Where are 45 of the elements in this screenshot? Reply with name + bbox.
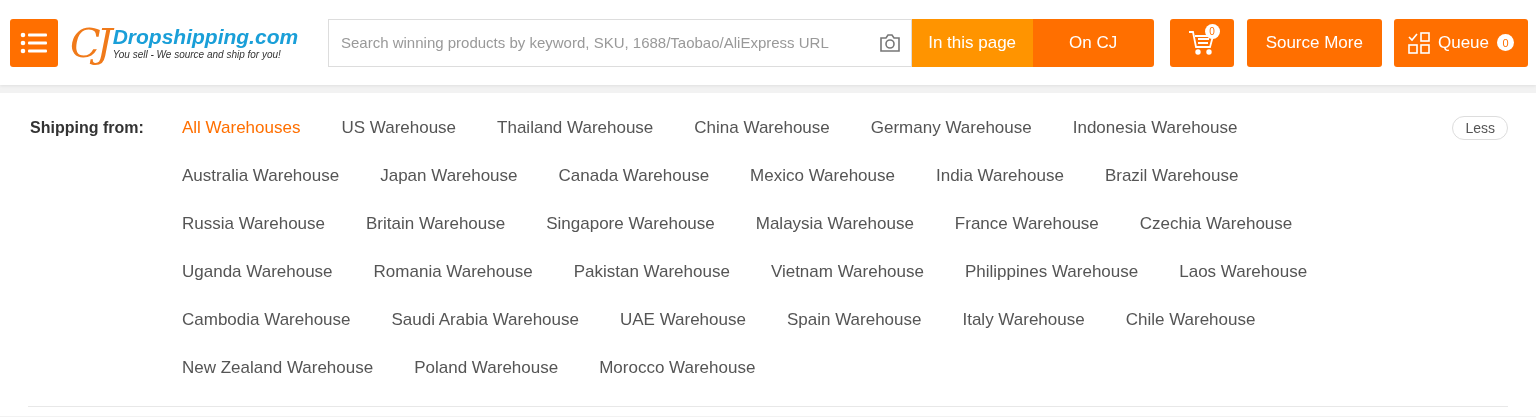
warehouse-option[interactable]: Singapore Warehouse bbox=[546, 214, 715, 234]
logo-name: Dropshipping.com bbox=[112, 25, 299, 49]
warehouse-option[interactable]: Pakistan Warehouse bbox=[573, 262, 730, 282]
warehouse-option[interactable]: Australia Warehouse bbox=[182, 166, 340, 186]
filter-label: Shipping from: bbox=[30, 118, 145, 138]
queue-count-badge: 0 bbox=[1497, 34, 1514, 51]
warehouse-option[interactable]: Britain Warehouse bbox=[366, 214, 506, 234]
menu-button[interactable] bbox=[10, 18, 58, 67]
menu-icon bbox=[20, 31, 48, 54]
warehouse-option[interactable]: Mexico Warehouse bbox=[750, 166, 895, 186]
queue-label: Queue bbox=[1437, 32, 1489, 53]
warehouse-option[interactable]: Spain Warehouse bbox=[786, 310, 922, 330]
logo-tagline: You sell - We source and ship for you! bbox=[112, 49, 282, 60]
warehouse-option[interactable]: Indonesia Warehouse bbox=[1072, 118, 1238, 138]
warehouse-option[interactable]: Vietnam Warehouse bbox=[770, 262, 924, 282]
warehouse-option[interactable]: Poland Warehouse bbox=[414, 358, 559, 378]
warehouse-option[interactable]: France Warehouse bbox=[954, 214, 1099, 234]
warehouse-option[interactable]: New Zealand Warehouse bbox=[182, 358, 374, 378]
warehouse-option[interactable]: Chile Warehouse bbox=[1125, 310, 1256, 330]
warehouse-option[interactable]: UAE Warehouse bbox=[619, 310, 746, 330]
warehouse-option[interactable]: Romania Warehouse bbox=[373, 262, 533, 282]
warehouse-option[interactable]: Philippines Warehouse bbox=[964, 262, 1139, 282]
warehouse-option[interactable]: Cambodia Warehouse bbox=[182, 310, 351, 330]
warehouse-option[interactable]: China Warehouse bbox=[694, 118, 830, 138]
grid-icon bbox=[1407, 31, 1430, 54]
warehouse-option[interactable]: US Warehouse bbox=[341, 118, 457, 138]
warehouse-option[interactable]: India Warehouse bbox=[936, 166, 1064, 186]
warehouse-option[interactable]: Japan Warehouse bbox=[380, 166, 518, 186]
cart-count-badge: 0 bbox=[1204, 23, 1220, 39]
warehouse-option[interactable]: Malaysia Warehouse bbox=[755, 214, 914, 234]
warehouse-option[interactable]: Germany Warehouse bbox=[870, 118, 1032, 138]
warehouse-option[interactable]: Canada Warehouse bbox=[558, 166, 710, 186]
warehouse-option[interactable]: Italy Warehouse bbox=[962, 310, 1085, 330]
warehouse-option[interactable]: Laos Warehouse bbox=[1179, 262, 1308, 282]
warehouse-option[interactable]: Thailand Warehouse bbox=[497, 118, 654, 138]
warehouse-option[interactable]: Saudi Arabia Warehouse bbox=[391, 310, 579, 330]
less-button[interactable]: Less bbox=[1452, 116, 1508, 140]
warehouse-option[interactable]: Brazil Warehouse bbox=[1104, 166, 1239, 186]
warehouse-option[interactable]: Uganda Warehouse bbox=[182, 262, 333, 282]
warehouse-option[interactable]: Morocco Warehouse bbox=[599, 358, 756, 378]
cart-icon bbox=[1187, 29, 1216, 56]
warehouse-option[interactable]: Czechia Warehouse bbox=[1139, 214, 1293, 234]
search-field[interactable]: Search winning products by keyword, SKU, 1688/Taobao/AliExpress URL bbox=[328, 18, 912, 67]
warehouse-option[interactable]: Russia Warehouse bbox=[182, 214, 325, 234]
camera-icon[interactable] bbox=[878, 32, 901, 53]
